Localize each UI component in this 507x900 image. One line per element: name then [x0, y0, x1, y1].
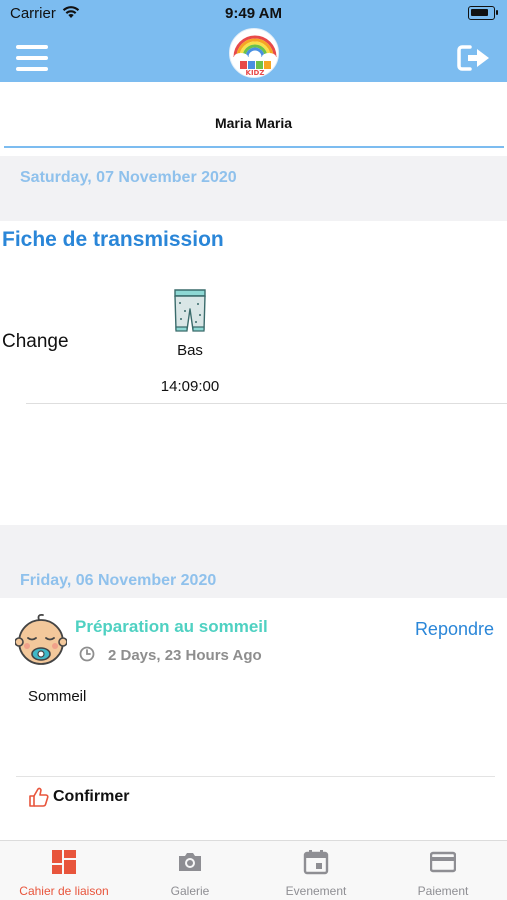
child-name: Maria Maria — [214, 115, 293, 131]
date-label: Saturday, 07 November 2020 — [20, 169, 237, 186]
note-body: Sommeil — [28, 688, 87, 705]
reply-button[interactable]: Repondre — [415, 619, 494, 640]
sheet-title: Fiche de transmission — [2, 228, 224, 251]
date-header: Saturday, 07 November 2020 — [0, 156, 507, 221]
sleeping-baby-icon — [15, 613, 67, 665]
sheet-row-label: Change — [2, 331, 69, 352]
clock-time: 9:49 AM — [225, 5, 282, 22]
tab-paiement[interactable]: Paiement — [380, 841, 506, 900]
child-header: Maria Maria — [0, 82, 507, 164]
date-header: Friday, 06 November 2020 — [0, 525, 507, 598]
camera-icon — [179, 853, 201, 871]
battery-icon — [468, 6, 498, 20]
status-bar: Carrier 9:49 AM — [0, 0, 507, 28]
note-card: Préparation au sommeil 2 Days, 23 Hours … — [0, 598, 507, 830]
logout-icon[interactable] — [457, 44, 491, 72]
child-name-underline — [4, 146, 504, 148]
confirm-button[interactable]: Confirmer — [28, 785, 129, 809]
note-time-ago: 2 Days, 23 Hours Ago — [108, 647, 262, 664]
confirm-label: Confirmer — [53, 788, 130, 805]
calendar-icon — [303, 850, 329, 875]
tab-label: Evenement — [285, 884, 347, 898]
tab-label: Galerie — [170, 884, 210, 898]
bottom-tab-bar: Cahier de liaison Galerie Evenement Paie… — [0, 840, 507, 900]
credit-card-icon — [430, 851, 456, 873]
tab-cahier-de-liaison[interactable]: Cahier de liaison — [1, 841, 127, 900]
tab-evenement[interactable]: Evenement — [253, 841, 379, 900]
tab-galerie[interactable]: Galerie — [127, 841, 253, 900]
app-logo: KIDZ — [229, 28, 279, 78]
transmission-sheet: Fiche de transmission Change Bas 14:09:0… — [0, 221, 507, 525]
hamburger-menu-button[interactable] — [16, 45, 48, 71]
tab-label: Paiement — [417, 884, 469, 898]
tab-label: Cahier de liaison — [19, 884, 109, 898]
pants-icon — [174, 289, 206, 332]
date-label: Friday, 06 November 2020 — [20, 572, 217, 589]
sheet-item-name: Bas — [177, 342, 203, 359]
divider — [26, 403, 507, 404]
top-navigation-bar: KIDZ — [0, 28, 507, 82]
clock-icon — [79, 646, 95, 662]
note-title: Préparation au sommeil — [75, 617, 268, 636]
logo-text: KIDZ — [246, 69, 265, 77]
notebook-grid-icon — [52, 850, 76, 874]
sheet-item-time: 14:09:00 — [160, 378, 220, 395]
divider — [16, 776, 495, 777]
thumbs-up-icon — [29, 787, 49, 807]
